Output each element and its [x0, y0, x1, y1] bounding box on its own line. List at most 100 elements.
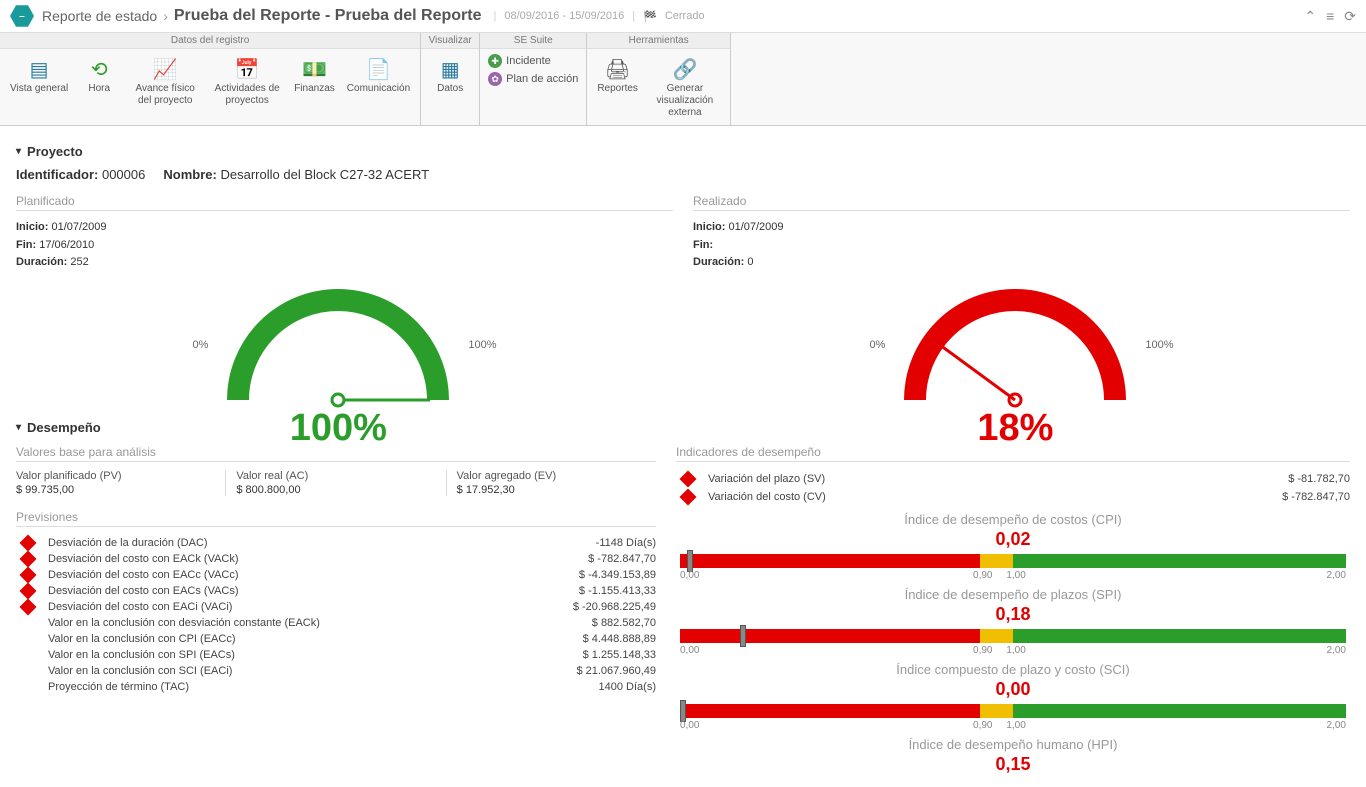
section-proyecto-toggle[interactable]: Proyecto [16, 144, 1350, 159]
link-icon: 🔗 [672, 55, 697, 83]
realizado-duracion: 0 [747, 256, 753, 268]
prevision-label: Desviación de la duración (DAC) [48, 537, 526, 549]
prevision-value: 1400 Día(s) [526, 681, 656, 693]
breadcrumb-root[interactable]: Reporte de estado [42, 8, 157, 24]
breadcrumb: Reporte de estado › Prueba del Reporte -… [42, 7, 482, 25]
spi-bar [680, 629, 1346, 643]
avance-fisico-button[interactable]: 📈Avance físico del proyecto [124, 53, 206, 109]
app-logo-icon: ⎯ [10, 4, 34, 28]
ribbon-group-title: Visualizar [421, 33, 479, 49]
prevision-value: $ 21.067.960,49 [526, 665, 656, 677]
sv-value: $ -81.782,70 [1230, 473, 1350, 485]
prevision-value: $ 1.255.148,33 [526, 649, 656, 661]
planificado-panel: Planificado Inicio: 01/07/2009 Fin: 17/0… [16, 194, 673, 410]
diamond-icon [680, 470, 697, 487]
sci-indicator: Índice compuesto de plazo y costo (SCI) 0… [676, 662, 1350, 731]
sci-title: Índice compuesto de plazo y costo (SCI) [676, 662, 1350, 677]
header-meta: | 08/09/2016 - 15/09/2016 | 🏁 Cerrado [494, 10, 705, 23]
prevision-label: Desviación del costo con EACk (VACk) [48, 553, 526, 565]
realizado-title: Realizado [693, 194, 1350, 211]
cpi-title: Índice de desempeño de costos (CPI) [676, 512, 1350, 527]
ribbon-group-title: SE Suite [480, 33, 586, 49]
prevision-value: $ -782.847,70 [526, 553, 656, 565]
hpi-value: 0,15 [676, 754, 1350, 775]
ribbon-group-visualizar: Visualizar ▦Datos [421, 33, 480, 125]
perf-ticks: 0,000,901,002,00 [680, 570, 1346, 581]
cpi-indicator: Índice de desempeño de costos (CPI) 0,02 0… [676, 512, 1350, 581]
project-info: Identificador: 000006 Nombre: Desarrollo… [16, 167, 1350, 182]
finanzas-button[interactable]: 💵Finanzas [288, 53, 341, 109]
realizado-panel: Realizado Inicio: 01/07/2009 Fin: Duraci… [693, 194, 1350, 410]
prevision-value: $ -20.968.225,49 [526, 601, 656, 613]
hpi-indicator: Índice de desempeño humano (HPI)0,15 [676, 737, 1350, 775]
prevision-value: $ -1.155.413,33 [526, 585, 656, 597]
perf-ticks: 0,000,901,002,00 [680, 720, 1346, 731]
incident-icon: ✚ [488, 54, 502, 68]
prevision-row: Valor en la conclusión con SCI (EACi)$ 2… [16, 663, 656, 679]
list-icon[interactable]: ≡ [1326, 8, 1334, 25]
generar-viz-button[interactable]: 🔗Generar visualización externa [644, 53, 726, 121]
diamond-icon [20, 566, 37, 583]
cpi-value: 0,02 [676, 529, 1350, 550]
performance-indicators: Índice de desempeño de costos (CPI) 0,02 0… [676, 512, 1350, 775]
collapse-icon[interactable]: ⌃ [1304, 8, 1316, 25]
cv-value: $ -782.847,70 [1230, 491, 1350, 503]
prevision-row: Valor en la conclusión con SPI (EACs)$ 1… [16, 647, 656, 663]
prevision-label: Valor en la conclusión con CPI (EACc) [48, 633, 526, 645]
prevision-value: $ -4.349.153,89 [526, 569, 656, 581]
previsiones-title: Previsiones [16, 510, 656, 527]
printer-icon: 🖨 [605, 55, 630, 83]
prevision-label: Desviación del costo con EACi (VACi) [48, 601, 526, 613]
incidente-button[interactable]: ✚Incidente [484, 53, 582, 69]
prevision-row: Desviación de la duración (DAC)-1148 Día… [16, 535, 656, 551]
hora-button[interactable]: ⟲Hora [74, 53, 124, 109]
flag-icon: 🏁 [643, 10, 657, 23]
plan-accion-button[interactable]: ✿Plan de acción [484, 71, 582, 87]
planificado-inicio: 01/07/2009 [51, 221, 106, 233]
prevision-label: Valor en la conclusión con SPI (EACs) [48, 649, 526, 661]
prevision-label: Desviación del costo con EACc (VACc) [48, 569, 526, 581]
prevision-label: Desviación del costo con EACs (VACs) [48, 585, 526, 597]
spi-value: 0,18 [676, 604, 1350, 625]
actividades-button[interactable]: 📅Actividades de proyectos [206, 53, 288, 109]
prevision-row: Valor en la conclusión con CPI (EACc)$ 4… [16, 631, 656, 647]
planificado-duracion: 252 [70, 256, 88, 268]
gauge-min-label: 0% [192, 339, 208, 351]
realizado-inicio: 01/07/2009 [728, 221, 783, 233]
comunicacion-button[interactable]: 📄Comunicación [341, 53, 416, 109]
planificado-title: Planificado [16, 194, 673, 211]
prevision-row: Desviación del costo con EACs (VACs)$ -1… [16, 583, 656, 599]
gauge-max-label: 100% [1145, 339, 1173, 351]
ribbon-group-title: Datos del registro [0, 33, 420, 49]
chart-line-icon: 📈 [153, 55, 178, 83]
prevision-value: $ 882.582,70 [526, 617, 656, 629]
prevision-value: $ 4.448.888,89 [526, 633, 656, 645]
calendar-icon: 📅 [235, 55, 260, 83]
ribbon-group-sesuite: SE Suite ✚Incidente ✿Plan de acción [480, 33, 587, 125]
ribbon-group-title: Herramientas [587, 33, 730, 49]
refresh-icon[interactable]: ⟳ [1344, 8, 1356, 25]
datos-button[interactable]: ▦Datos [425, 53, 475, 97]
ribbon-group-datos: Datos del registro ▤Vista general ⟲Hora … [0, 33, 421, 125]
status-label: Cerrado [665, 10, 705, 22]
money-icon: 💵 [302, 55, 327, 83]
diamond-icon [680, 488, 697, 505]
diamond-icon [20, 534, 37, 551]
reportes-button[interactable]: 🖨Reportes [591, 53, 644, 121]
spi-indicator: Índice de desempeño de plazos (SPI)0,180… [676, 587, 1350, 656]
gauge-min-label: 0% [869, 339, 885, 351]
page-header: ⎯ Reporte de estado › Prueba del Reporte… [0, 0, 1366, 33]
date-range: 08/09/2016 - 15/09/2016 [504, 10, 624, 22]
sci-value: 0,00 [676, 679, 1350, 700]
project-name-label: Nombre: [163, 167, 216, 182]
breadcrumb-title: Prueba del Reporte - Prueba del Reporte [174, 7, 482, 25]
section-desempeno-toggle[interactable]: Desempeño [16, 420, 1350, 435]
previsiones-list: Desviación de la duración (DAC)-1148 Día… [16, 535, 656, 695]
ev-value: $ 17.952,30 [457, 484, 656, 496]
gauge-max-label: 100% [468, 339, 496, 351]
planificado-pct: 100% [290, 407, 387, 450]
prevision-label: Valor en la conclusión con SCI (EACi) [48, 665, 526, 677]
vista-general-button[interactable]: ▤Vista general [4, 53, 74, 109]
project-name-value: Desarrollo del Block C27-32 ACERT [221, 167, 430, 182]
planificado-fin: 17/06/2010 [39, 239, 94, 251]
